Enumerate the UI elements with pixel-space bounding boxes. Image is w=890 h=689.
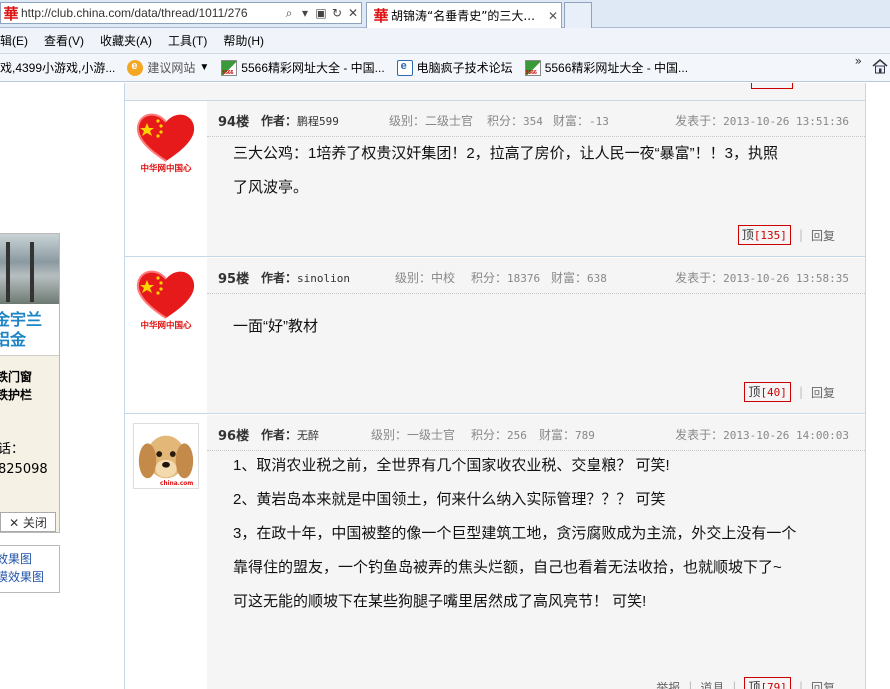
tab-title: 胡锦涛“名垂青史”的三大... [391, 9, 535, 23]
url-text[interactable]: http://club.china.com/data/thread/1011/2… [21, 6, 281, 20]
dropdown-icon[interactable]: ▾ [297, 6, 313, 20]
fav-4399[interactable]: 戏,4399小游戏,小游... [0, 59, 115, 76]
menu-help[interactable]: 帮助(H) [223, 32, 264, 49]
reply-link[interactable]: 回复 [811, 227, 835, 244]
upvote-button[interactable]: 顶[40] [744, 382, 791, 402]
avatar-caption: china.com [160, 481, 193, 487]
author: 作者：sinolion [261, 271, 350, 285]
ad-brand: 金宇兰 铝金 [0, 304, 59, 356]
fav-5566-a[interactable]: 5566精彩网址大全 - 中国... [221, 59, 385, 76]
level: 级别：二级士官 [389, 114, 474, 128]
page-right-gutter [866, 83, 890, 689]
ie-page-icon [396, 59, 413, 76]
ad-photo [0, 234, 59, 304]
dog-avatar-icon[interactable]: china.com [133, 423, 199, 489]
reply-link[interactable]: 回复 [811, 679, 835, 689]
menu-tools[interactable]: 工具(T) [168, 32, 207, 49]
side-ad[interactable]: 金宇兰 铝金 铁门窗 铁护栏 话： 825098 ✕ 关闭 [0, 233, 60, 533]
new-tab-button[interactable] [564, 2, 592, 28]
floor-number: 94楼 [218, 115, 250, 130]
search-icon[interactable]: ⌕ [281, 6, 297, 21]
post-main: 95楼 作者：sinolion 级别：中校 积分：18376 财富：638 发表… [207, 258, 865, 413]
page-content: 金宇兰 铝金 铁门窗 铁护栏 话： 825098 ✕ 关闭 效果图 模效果图 [0, 83, 890, 689]
points: 积分：18376 [471, 271, 541, 285]
5566-icon [524, 59, 541, 76]
ad-phone: 话： 825098 [0, 442, 48, 477]
floor-number: 96楼 [218, 429, 250, 444]
post-header: 96楼 作者：无醉 级别：一级士官 积分：256 财富：789 发表于：2013… [207, 415, 865, 451]
post-sidebar: 中华网中国心 [125, 101, 207, 256]
menu-favorites[interactable]: 收藏夹(A) [100, 32, 152, 49]
wealth: 财富：-13 [553, 114, 609, 128]
ad-links: 效果图 模效果图 [0, 545, 60, 593]
points: 积分：354 [487, 114, 543, 128]
tab-current[interactable]: 華 胡锦涛“名垂青史”的三大... ✕ [366, 2, 562, 28]
fav-suggested-sites[interactable]: 建议网站 ▼ [127, 59, 209, 76]
menu-edit[interactable]: 辑(E) [0, 32, 28, 49]
tab-close-icon[interactable]: ✕ [545, 9, 561, 23]
post-time: 发表于：2013-10-26 14:00:03 [675, 428, 849, 442]
tab-favicon-icon: 華 [373, 7, 389, 25]
fav-5566-b[interactable]: 5566精彩网址大全 - 中国... [524, 59, 688, 76]
home-icon[interactable] [872, 58, 888, 74]
upvote-button[interactable]: 顶[79] [744, 677, 791, 689]
report-link[interactable]: 举报 [656, 679, 680, 689]
avatar-caption: 中华网中国心 [140, 320, 192, 330]
site-logo-icon: 華 [3, 4, 19, 23]
favorites-overflow-icon[interactable]: » [855, 54, 862, 68]
ad-close-button[interactable]: ✕ 关闭 [0, 512, 56, 532]
post-sidebar: china.com [125, 415, 207, 689]
post-header: 95楼 作者：sinolion 级别：中校 积分：18376 财富：638 发表… [207, 258, 865, 294]
post-actions: 顶[135] | 回复 [737, 225, 835, 245]
author: 作者：无醉 [261, 428, 320, 442]
author: 作者：鹏程599 [261, 114, 339, 128]
post-94: 中华网中国心 94楼 作者：鹏程599 级别：二级士官 积分：354 财富：-1… [125, 101, 865, 257]
refresh-icon[interactable]: ↻ [329, 6, 345, 20]
post-actions: 顶[40] | 回复 [744, 382, 835, 402]
author-name[interactable]: 鹏程599 [297, 115, 339, 128]
china-heart-avatar-icon[interactable]: 中华网中国心 [133, 266, 199, 330]
tool-link[interactable]: 道具 [700, 679, 724, 689]
5566-icon [221, 59, 238, 76]
author-name[interactable]: 无醉 [297, 429, 319, 442]
post-header: 94楼 作者：鹏程599 级别：二级士官 积分：354 财富：-13 发表于：2… [207, 101, 865, 137]
ad-products: 铁门窗 铁护栏 [0, 370, 33, 402]
chevron-down-icon: ▼ [199, 62, 210, 73]
address-bar[interactable]: 華 http://club.china.com/data/thread/1011… [0, 2, 362, 24]
ad-link-2[interactable]: 模效果图 [0, 568, 59, 586]
address-bar-row: 華 http://club.china.com/data/thread/1011… [0, 0, 890, 28]
previous-post-tail [125, 83, 865, 101]
menu-bar: 辑(E) 查看(V) 收藏夹(A) 工具(T) 帮助(H) [0, 28, 890, 54]
author-name[interactable]: sinolion [297, 272, 350, 285]
thread-list: 中华网中国心 94楼 作者：鹏程599 级别：二级士官 积分：354 财富：-1… [124, 83, 866, 689]
avatar-caption: 中华网中国心 [140, 163, 192, 173]
post-96: china.com 96楼 作者：无醉 级别：一级士官 积分：256 财富：78… [125, 415, 865, 689]
post-sidebar: 中华网中国心 [125, 258, 207, 413]
post-body: 1、取消农业税之前，全世界有几个国家收农业税、交皇粮？ 可笑! 2、黄岩岛本来就… [233, 457, 797, 610]
wealth: 财富：638 [551, 271, 607, 285]
level: 级别：中校 [395, 271, 456, 285]
fav-pc-forum[interactable]: 电脑疯子技术论坛 [396, 59, 513, 76]
china-heart-avatar-icon[interactable]: 中华网中国心 [133, 109, 199, 173]
upvote-button[interactable]: 顶[135] [737, 225, 791, 245]
post-95: 中华网中国心 95楼 作者：sinolion 级别：中校 积分：18376 财富… [125, 258, 865, 414]
post-time: 发表于：2013-10-26 13:58:35 [675, 271, 849, 285]
post-time: 发表于：2013-10-26 13:51:36 [675, 114, 849, 128]
favorites-bar: 戏,4399小游戏,小游... 建议网站 ▼ 5566精彩网址大全 - 中国..… [0, 54, 890, 82]
ad-link-1[interactable]: 效果图 [0, 550, 59, 568]
stop-icon[interactable]: ✕ [345, 6, 361, 20]
post-actions: 举报 | 道具 | 顶[79] | 回复 [656, 677, 835, 689]
suggest-icon [127, 59, 144, 76]
menu-view[interactable]: 查看(V) [44, 32, 84, 49]
points: 积分：256 [471, 428, 527, 442]
level: 级别：一级士官 [371, 428, 456, 442]
floor-number: 95楼 [218, 272, 250, 287]
reply-link[interactable]: 回复 [811, 384, 835, 401]
post-main: 94楼 作者：鹏程599 级别：二级士官 积分：354 财富：-13 发表于：2… [207, 101, 865, 256]
post-body: 三大公鸡：1培养了权贵汉奸集团！2，拉高了房价，让人民一夜“暴富”！！3，执照 … [233, 145, 779, 196]
compat-view-icon[interactable]: ▣ [313, 6, 329, 20]
post-main: 96楼 作者：无醉 级别：一级士官 积分：256 财富：789 发表于：2013… [207, 415, 865, 689]
post-body: 一面“好”教材 [233, 318, 318, 335]
wealth: 财富：789 [539, 428, 595, 442]
